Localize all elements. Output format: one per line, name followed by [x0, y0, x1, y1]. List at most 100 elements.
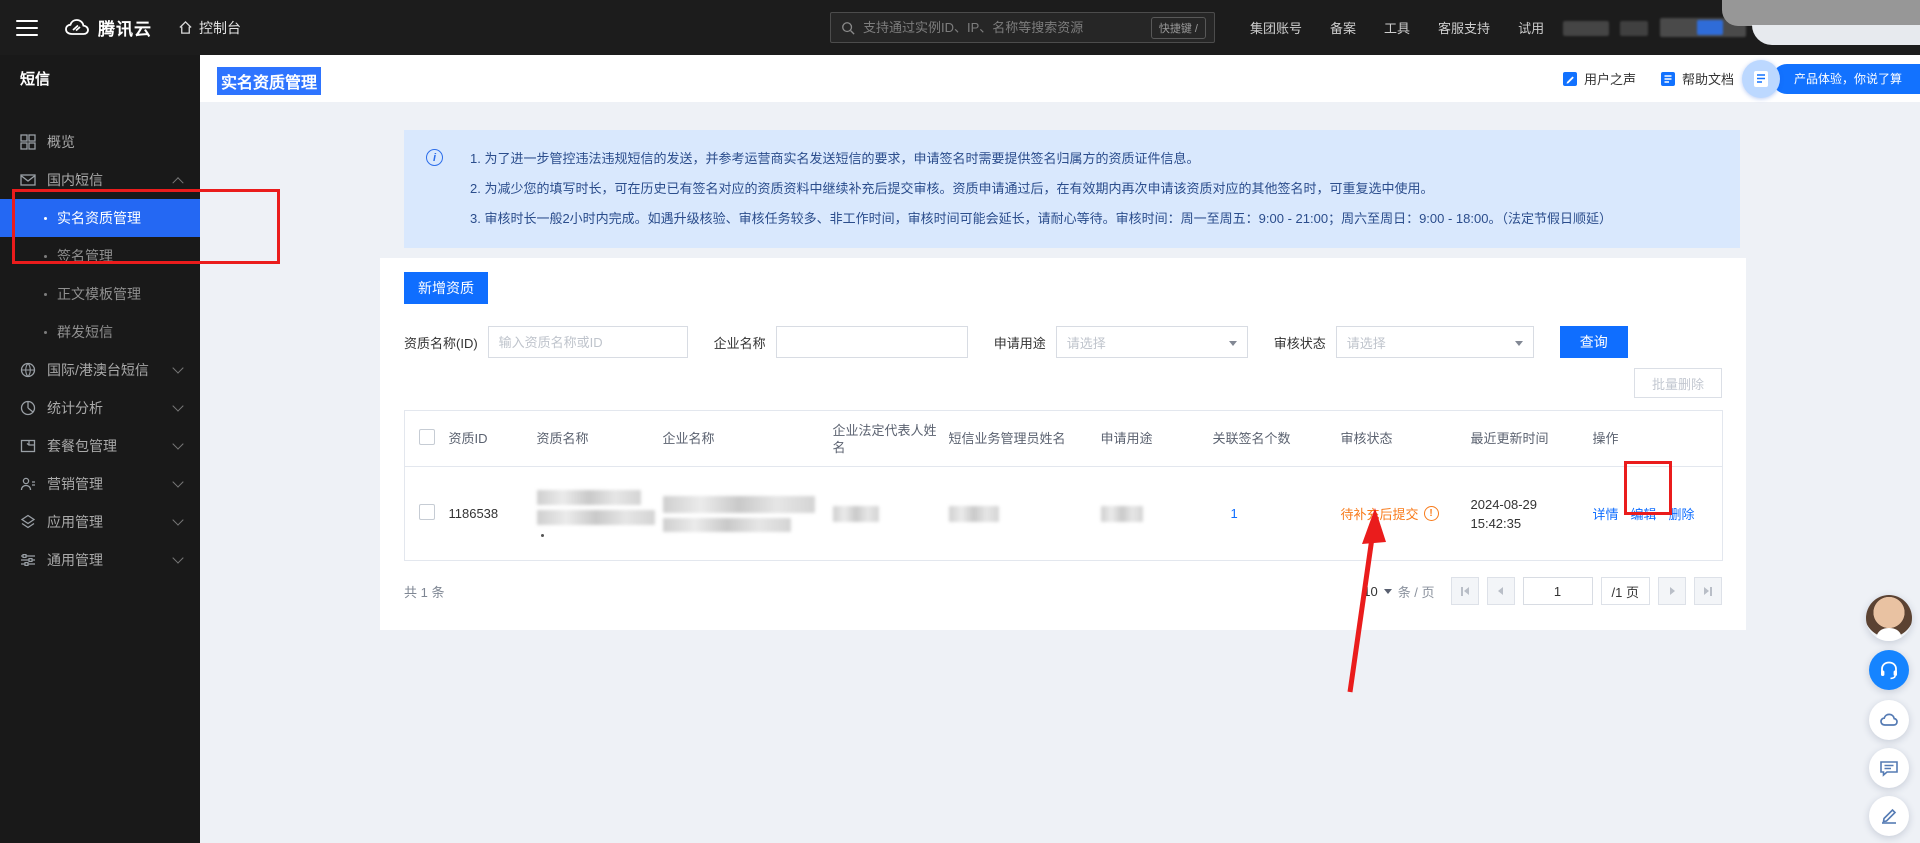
cell-qualification-name — [536, 467, 663, 561]
shortcut-badge: 快捷键 / — [1150, 16, 1206, 39]
qualification-name-input[interactable] — [487, 326, 688, 358]
sidebar-item-label: 签名管理 — [57, 248, 113, 264]
sidebar-item-label: 国内短信 — [47, 172, 103, 188]
qualification-table: 资质ID 资质名称 企业名称 企业法定代表人姓名 短信业务管理员姓名 申请用途 … — [404, 410, 1723, 561]
detail-link[interactable]: 详情 — [1593, 504, 1619, 523]
redacted-text — [536, 490, 641, 505]
sidebar-item-label: 群发短信 — [57, 324, 113, 340]
row-checkbox[interactable] — [419, 504, 435, 520]
filter-usage-label: 申请用途 — [993, 335, 1046, 351]
total-count-label: 共 1 条 — [404, 584, 445, 600]
chevron-down-icon — [172, 514, 184, 526]
next-page-button[interactable] — [1658, 577, 1686, 605]
col-qualification-id: 资质ID — [448, 431, 488, 446]
delete-link[interactable]: 删除 — [1669, 504, 1695, 523]
layers-icon — [20, 514, 36, 529]
sidebar-item-label: 通用管理 — [47, 552, 103, 568]
usage-select[interactable]: 请选择 — [1055, 326, 1248, 358]
sidebar-item-template-management[interactable]: 正文模板管理 — [0, 275, 200, 313]
col-qualification-name: 资质名称 — [536, 431, 589, 446]
cell-qualification-id: 1186538 — [448, 506, 499, 521]
cell-audit-status: 待补充后提交 ! — [1341, 467, 1471, 561]
brand-text: 腾讯云 — [98, 20, 152, 39]
updated-date: 2024-08-29 — [1470, 496, 1538, 512]
help-docs-link[interactable]: 帮助文档 — [1660, 69, 1734, 88]
search-input[interactable] — [863, 20, 1151, 35]
sidebar-item-application-management[interactable]: 应用管理 — [0, 503, 200, 541]
global-search[interactable]: 快捷键 / — [830, 12, 1215, 43]
chevron-down-icon — [172, 400, 184, 412]
cloud-assistant-button[interactable] — [1869, 700, 1909, 740]
sidebar-item-label: 概览 — [47, 134, 75, 150]
search-icon — [842, 21, 855, 35]
sidebar-item-label: 套餐包管理 — [47, 438, 117, 454]
edit-link[interactable]: 编辑 — [1631, 504, 1657, 523]
user-voice-label: 用户之声 — [1583, 72, 1636, 87]
sidebar: 短信 概览 国内短信 实名资质管理 签名管理 正文模板管理 群发短信 国际/港澳… — [0, 55, 200, 843]
survey-feedback-button[interactable] — [1869, 796, 1909, 836]
col-signature-count: 关联签名个数 — [1212, 431, 1291, 446]
menu-trial[interactable]: 试用 — [1518, 18, 1544, 37]
sidebar-item-signature-management[interactable]: 签名管理 — [0, 237, 200, 275]
batch-delete-button[interactable]: 批量删除 — [1634, 368, 1722, 398]
menu-support[interactable]: 客服支持 — [1438, 18, 1490, 37]
prev-page-button[interactable] — [1486, 577, 1515, 605]
sidebar-item-label: 应用管理 — [47, 514, 103, 530]
bullet-dot — [44, 254, 47, 258]
cloud-logo-icon — [65, 18, 89, 35]
menu-group-account[interactable]: 集团账号 — [1250, 18, 1302, 37]
message-button[interactable] — [1869, 748, 1909, 788]
decorative-swoosh — [1752, 25, 1920, 45]
caret-down-icon — [1228, 341, 1237, 350]
tencent-cloud-logo[interactable]: 腾讯云 — [64, 15, 152, 40]
first-page-button[interactable] — [1450, 577, 1479, 605]
sidebar-item-marketing-management[interactable]: 营销管理 — [0, 465, 200, 503]
info-banner: i 1. 为了进一步管控违法违规短信的发送，并参考运营商实名发送短信的要求，申请… — [404, 130, 1740, 248]
last-page-button[interactable] — [1694, 577, 1722, 605]
main-content: i 1. 为了进一步管控违法违规短信的发送，并参考运营商实名发送短信的要求，申请… — [200, 102, 1920, 843]
customer-service-button[interactable] — [1869, 650, 1909, 690]
topbar: 腾讯云 控制台 快捷键 / 集团账号 备案 工具 客服支持 试用 — [0, 0, 1920, 55]
filter-row: 资质名称(ID) 企业名称 申请用途 请选择 审核状态 请选择 查询 — [404, 326, 1722, 358]
cell-sms-admin-name — [948, 467, 1101, 561]
select-all-checkbox[interactable] — [419, 428, 435, 445]
signature-count-link[interactable]: 1 — [1231, 506, 1238, 521]
survey-doc-icon — [1741, 59, 1780, 98]
console-link[interactable]: 控制台 — [178, 18, 241, 38]
sidebar-item-international-sms[interactable]: 国际/港澳台短信 — [0, 351, 200, 389]
feedback-pen-icon — [1562, 71, 1577, 86]
col-usage: 申请用途 — [1100, 431, 1153, 446]
sidebar-item-bulk-sms[interactable]: 群发短信 — [0, 313, 200, 351]
status-select[interactable]: 请选择 — [1335, 326, 1534, 358]
user-voice-link[interactable]: 用户之声 — [1562, 69, 1636, 88]
page-number-input[interactable] — [1522, 577, 1593, 605]
cell-legal-rep-name — [832, 467, 949, 561]
menu-icp-filing[interactable]: 备案 — [1330, 18, 1356, 37]
sidebar-item-domestic-sms[interactable]: 国内短信 — [0, 161, 200, 199]
page-header: 实名资质管理 用户之声 帮助文档 产品体验，你说了算 — [200, 55, 1920, 102]
sidebar-item-overview[interactable]: 概览 — [0, 123, 200, 161]
col-actions: 操作 — [1592, 431, 1619, 446]
page-size-select[interactable]: 10 条 / 页 — [1363, 582, 1434, 601]
sidebar-item-statistics[interactable]: 统计分析 — [0, 389, 200, 427]
company-name-input[interactable] — [775, 326, 968, 358]
col-legal-rep-name: 企业法定代表人姓名 — [832, 422, 937, 455]
help-docs-label: 帮助文档 — [1681, 72, 1734, 87]
chevron-up-icon — [172, 177, 184, 189]
banner-line-2: 2. 为减少您的填写时长，可在历史已有签名对应的资质资料中继续补充后提交审核。资… — [470, 181, 1434, 196]
service-agent-avatar[interactable] — [1866, 595, 1912, 641]
qualification-card: 新增资质 资质名称(ID) 企业名称 申请用途 请选择 审核状态 请选择 查询 … — [380, 258, 1746, 630]
product-experience-banner[interactable]: 产品体验，你说了算 — [1741, 59, 1920, 98]
sidebar-item-general-management[interactable]: 通用管理 — [0, 541, 200, 579]
status-text: 待补充后提交 — [1340, 507, 1419, 522]
menu-tools[interactable]: 工具 — [1384, 18, 1410, 37]
sidebar-item-realname-qualification[interactable]: 实名资质管理 — [0, 199, 200, 237]
add-qualification-button[interactable]: 新增资质 — [404, 272, 488, 304]
pencil-form-icon — [1882, 808, 1897, 824]
headset-icon — [1881, 661, 1897, 680]
info-icon: i — [426, 149, 443, 166]
sidebar-item-package-management[interactable]: 套餐包管理 — [0, 427, 200, 465]
query-button[interactable]: 查询 — [1559, 326, 1628, 358]
col-company-name: 企业名称 — [662, 431, 715, 446]
hamburger-menu-icon[interactable] — [16, 19, 38, 36]
